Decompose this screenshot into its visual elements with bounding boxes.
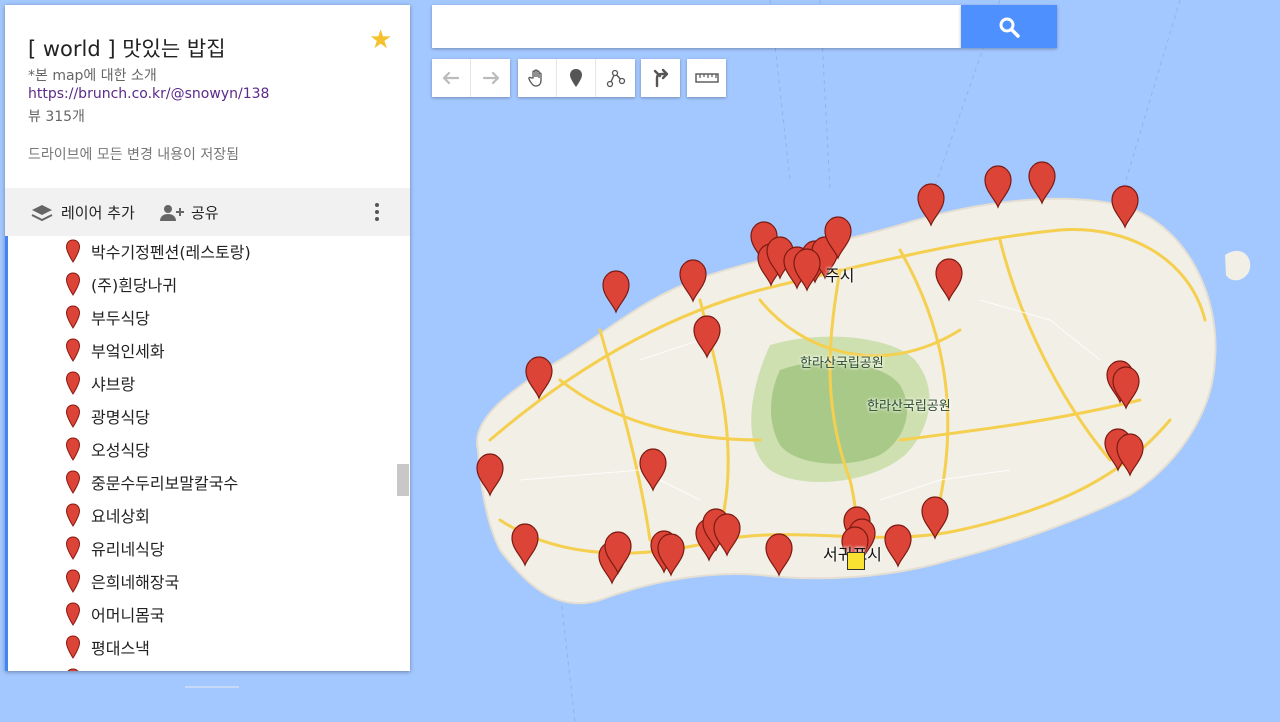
redo-icon [482, 71, 499, 85]
more-vert-icon[interactable] [367, 198, 387, 226]
marker-icon [65, 272, 81, 296]
add-person-icon [160, 204, 184, 221]
list-item-label: 샤브랑 [91, 375, 136, 394]
list-item-label: 유리네식당 [91, 540, 165, 559]
list-item[interactable]: 요네상회 [65, 500, 150, 530]
map-label-park: 한라산국립공원 [800, 356, 884, 371]
drawing-tools [518, 59, 635, 97]
marker-icon [570, 69, 582, 87]
add-marker-button[interactable] [557, 59, 596, 97]
redo-button[interactable] [471, 59, 510, 97]
marker-icon [65, 338, 81, 362]
marker-icon [65, 635, 81, 659]
list-item[interactable]: 박수기정펜션(레스토랑) [65, 236, 251, 266]
list-item-label: 부두식당 [91, 309, 150, 328]
marker-icon [65, 602, 81, 626]
map-label-city-north: 주시 [825, 266, 855, 285]
list-item-label: (주)흰당나귀 [91, 276, 178, 295]
save-status: 드라이브에 모든 변경 내용이 저장됨 [28, 147, 239, 163]
list-item[interactable]: 은희네해장국 [65, 566, 179, 596]
line-icon [606, 69, 625, 88]
draw-line-button[interactable] [596, 59, 635, 97]
history-tools [432, 59, 510, 97]
layers-icon [31, 204, 53, 221]
list-item[interactable]: 부두식당 [65, 302, 150, 332]
list-item-label: 은희네해장국 [91, 573, 180, 592]
share-button[interactable]: 공유 [159, 202, 219, 223]
list-item[interactable]: 샤브랑 [65, 368, 135, 398]
list-item-label: 어머니몸국 [91, 606, 165, 625]
star-icon[interactable]: ★ [369, 27, 392, 53]
map-label-park: 한라산국립공원 [867, 399, 951, 414]
undo-button[interactable] [432, 59, 471, 97]
list-item[interactable]: 중문수두리보말칼국수 [65, 467, 238, 497]
list-item-label: 오성식당 [91, 441, 150, 460]
selected-location-square[interactable] [847, 552, 865, 570]
list-item-partial [65, 665, 81, 671]
marker-icon [65, 239, 81, 263]
search-button[interactable] [961, 5, 1057, 48]
list-item-label: 박수기정펜션(레스토랑) [91, 243, 251, 262]
measure-tools [687, 59, 726, 97]
search-icon [999, 17, 1020, 38]
measure-button[interactable] [687, 59, 726, 97]
marker-icon [65, 536, 81, 560]
marker-icon [65, 569, 81, 593]
map-description[interactable]: *본 map에 대한 소개 [28, 65, 157, 85]
marker-icon [65, 305, 81, 329]
list-item[interactable]: 유리네식당 [65, 533, 165, 563]
map-title[interactable]: [ world ] 맛있는 밥집 [28, 33, 226, 63]
view-count: 뷰 315개 [28, 109, 85, 125]
list-item-label: 중문수두리보말칼국수 [91, 474, 239, 493]
marker-icon [65, 437, 81, 461]
layer-toolbar: 레이어 추가 공유 [5, 188, 410, 236]
place-list: 박수기정펜션(레스토랑) (주)흰당나귀부두식당부엌인세화샤브랑광명식당오성식당중… [5, 236, 410, 671]
layer-accent-bar [5, 236, 8, 671]
add-directions-button[interactable] [641, 59, 680, 97]
list-item-label: 요네상회 [91, 507, 150, 526]
list-item-label: 부엌인세화 [91, 342, 165, 361]
marker-icon [65, 371, 81, 395]
marker-icon [65, 470, 81, 494]
decor-line [185, 686, 239, 688]
list-item[interactable]: 평대스낵 [65, 632, 150, 662]
ruler-icon [694, 73, 719, 83]
list-item[interactable]: 어머니몸국 [65, 599, 165, 629]
list-item[interactable]: 오성식당 [65, 434, 150, 464]
marker-icon [67, 668, 79, 671]
list-item[interactable]: (주)흰당나귀 [65, 269, 177, 299]
directions-tools [641, 59, 680, 97]
pan-tool-button[interactable] [518, 59, 557, 97]
map-details-panel: [ world ] 맛있는 밥집 ★ *본 map에 대한 소개 https:/… [5, 5, 410, 671]
search-input[interactable] [432, 5, 961, 48]
list-item[interactable]: 부엌인세화 [65, 335, 165, 365]
directions-icon [653, 68, 668, 88]
hand-icon [528, 69, 542, 87]
add-layer-label: 레이어 추가 [61, 204, 135, 222]
list-item-label: 평대스낵 [91, 639, 150, 658]
add-layer-button[interactable]: 레이어 추가 [31, 202, 135, 223]
undo-icon [442, 71, 460, 85]
list-scrollbar-thumb[interactable] [397, 464, 409, 496]
share-label: 공유 [191, 204, 219, 222]
marker-icon [65, 404, 81, 428]
map-description-link[interactable]: https://brunch.co.kr/@snowyn/138 [28, 86, 269, 102]
marker-icon [65, 503, 81, 527]
list-item-label: 광명식당 [91, 408, 150, 427]
list-item[interactable]: 광명식당 [65, 401, 150, 431]
